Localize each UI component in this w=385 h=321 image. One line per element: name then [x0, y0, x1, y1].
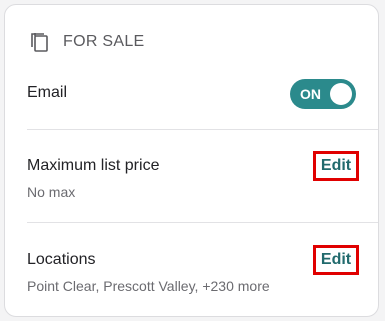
locations-value: Point Clear, Prescott Valley, +230 more	[27, 278, 270, 294]
toggle-knob	[330, 83, 352, 105]
divider	[27, 129, 378, 130]
email-row: Email ON	[27, 79, 356, 109]
section-header: FOR SALE	[29, 31, 145, 53]
locations-label: Locations	[27, 251, 96, 268]
max-price-setting: Maximum list price No max Edit	[27, 151, 359, 207]
section-title: FOR SALE	[63, 33, 145, 50]
email-label: Email	[27, 84, 68, 101]
email-toggle[interactable]: ON	[290, 79, 356, 109]
max-price-edit-button[interactable]: Edit	[313, 151, 359, 181]
divider	[27, 222, 378, 223]
max-price-label: Maximum list price	[27, 157, 160, 174]
for-sale-settings-card: FOR SALE Email ON Maximum list price No …	[4, 4, 379, 317]
locations-edit-button[interactable]: Edit	[313, 245, 359, 275]
toggle-state-text: ON	[300, 86, 321, 102]
copy-icon	[29, 31, 51, 53]
locations-setting: Locations Point Clear, Prescott Valley, …	[27, 245, 359, 301]
max-price-value: No max	[27, 184, 76, 200]
